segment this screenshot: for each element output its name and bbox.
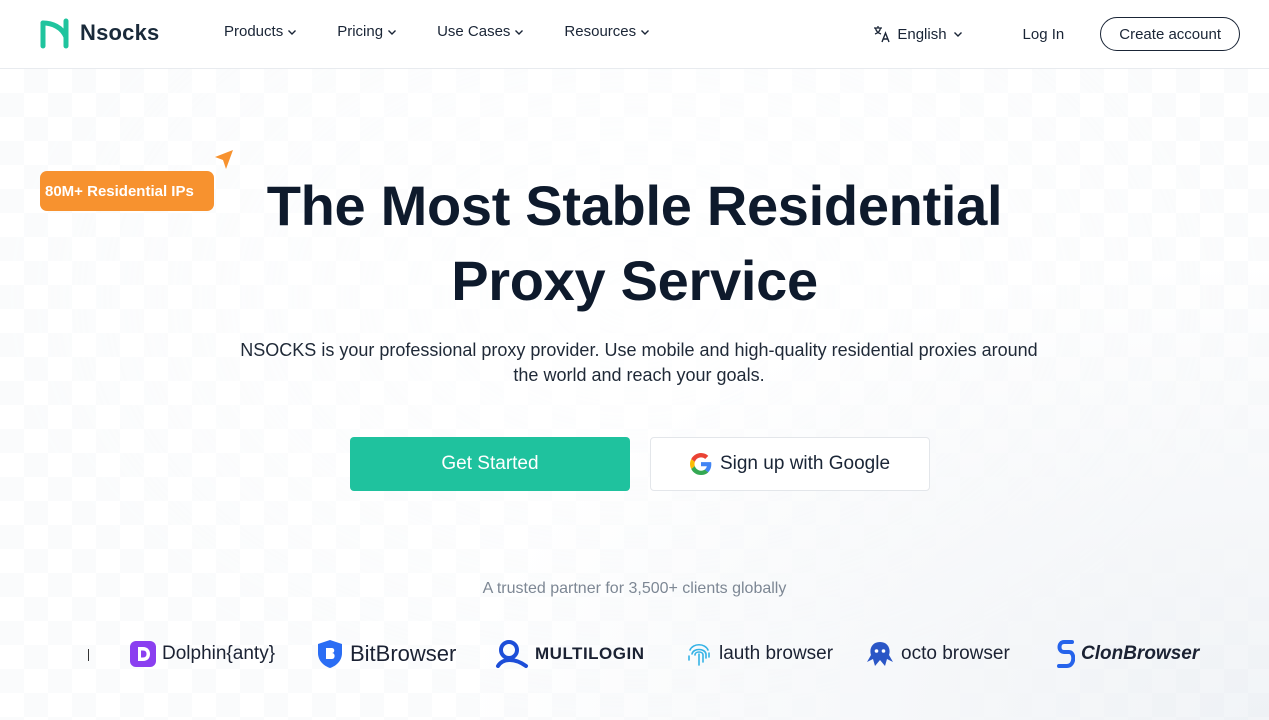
nsocks-logo-icon bbox=[40, 18, 69, 49]
partner-logo-clonbrowser: ClonBrowser bbox=[1055, 634, 1199, 674]
translate-icon bbox=[874, 26, 890, 43]
top-navbar: Nsocks Products Pricing Use Cases Resour… bbox=[0, 0, 1269, 69]
partner-dolphin-name: Dolphin{anty} bbox=[162, 643, 276, 664]
nav-pricing-label: Pricing bbox=[337, 23, 384, 40]
chevron-down-icon bbox=[953, 32, 962, 37]
partner-logo-octo: octo browser bbox=[865, 634, 1010, 674]
nav-pricing[interactable]: Pricing bbox=[337, 23, 397, 40]
background-pattern bbox=[0, 69, 1269, 720]
partner-logo-bitbrowser: BitBrowser bbox=[316, 634, 456, 674]
header-actions: English Log In Create account bbox=[873, 17, 1240, 51]
bitbrowser-icon bbox=[318, 640, 342, 668]
nav-resources[interactable]: Resources bbox=[564, 23, 650, 40]
language-label: English bbox=[897, 25, 947, 43]
nav-use-cases-label: Use Cases bbox=[437, 23, 511, 40]
google-signup-button[interactable]: Sign up with Google bbox=[650, 437, 930, 491]
login-link[interactable]: Log In bbox=[1023, 26, 1065, 43]
octo-icon bbox=[867, 642, 893, 666]
partner-lauth-name: lauth browser bbox=[719, 643, 834, 664]
partner-logos: Dolphin{anty} BitBrowser MULTILOGIN laut… bbox=[0, 634, 1269, 674]
partner-multilogin-name: MULTILOGIN bbox=[535, 644, 645, 663]
nav-resources-label: Resources bbox=[564, 23, 637, 40]
dolphin-icon bbox=[130, 641, 156, 667]
clonbrowser-icon bbox=[1057, 640, 1075, 668]
partner-clonbrowser-name: ClonBrowser bbox=[1081, 643, 1200, 664]
get-started-button[interactable]: Get Started bbox=[350, 437, 630, 491]
trusted-partner-heading: A trusted partner for 3,500+ clients glo… bbox=[482, 580, 787, 597]
hero-title: The Most Stable Residential Proxy Servic… bbox=[0, 168, 1269, 318]
main-nav: Products Pricing Use Cases Resources bbox=[224, 23, 690, 40]
partner-octo-name: octo browser bbox=[901, 643, 1010, 664]
logo[interactable]: Nsocks bbox=[40, 17, 159, 49]
nav-use-cases[interactable]: Use Cases bbox=[437, 23, 524, 40]
partner-bitbrowser-name: BitBrowser bbox=[350, 641, 457, 666]
chevron-down-icon bbox=[641, 29, 650, 35]
chevron-down-icon bbox=[515, 29, 524, 35]
nav-products[interactable]: Products bbox=[224, 23, 297, 40]
language-selector[interactable]: English bbox=[873, 25, 962, 43]
lauth-icon bbox=[688, 643, 710, 666]
hero-title-line-2: Proxy Service bbox=[451, 249, 818, 312]
partner-logo-dolphin: Dolphin{anty} bbox=[130, 634, 275, 674]
google-icon bbox=[689, 453, 712, 475]
hero-subtitle-line-1: NSOCKS is your professional proxy provid… bbox=[240, 340, 1038, 360]
hero-subtitle-line-2: the world and reach your goals. bbox=[513, 365, 765, 385]
google-signup-label: Sign up with Google bbox=[719, 453, 891, 474]
hero-subtitle: NSOCKS is your professional proxy provid… bbox=[184, 338, 1094, 388]
multilogin-icon bbox=[496, 640, 528, 668]
partner-logo-lauth: lauth browser bbox=[685, 634, 833, 674]
chevron-down-icon bbox=[288, 29, 297, 35]
create-account-button[interactable]: Create account bbox=[1100, 17, 1240, 51]
logo-text: Nsocks bbox=[80, 20, 160, 45]
hero-title-line-1: The Most Stable Residential bbox=[266, 174, 1003, 237]
nav-products-label: Products bbox=[224, 23, 284, 40]
chevron-down-icon bbox=[388, 29, 397, 35]
partner-logo-multilogin: MULTILOGIN bbox=[495, 634, 645, 674]
